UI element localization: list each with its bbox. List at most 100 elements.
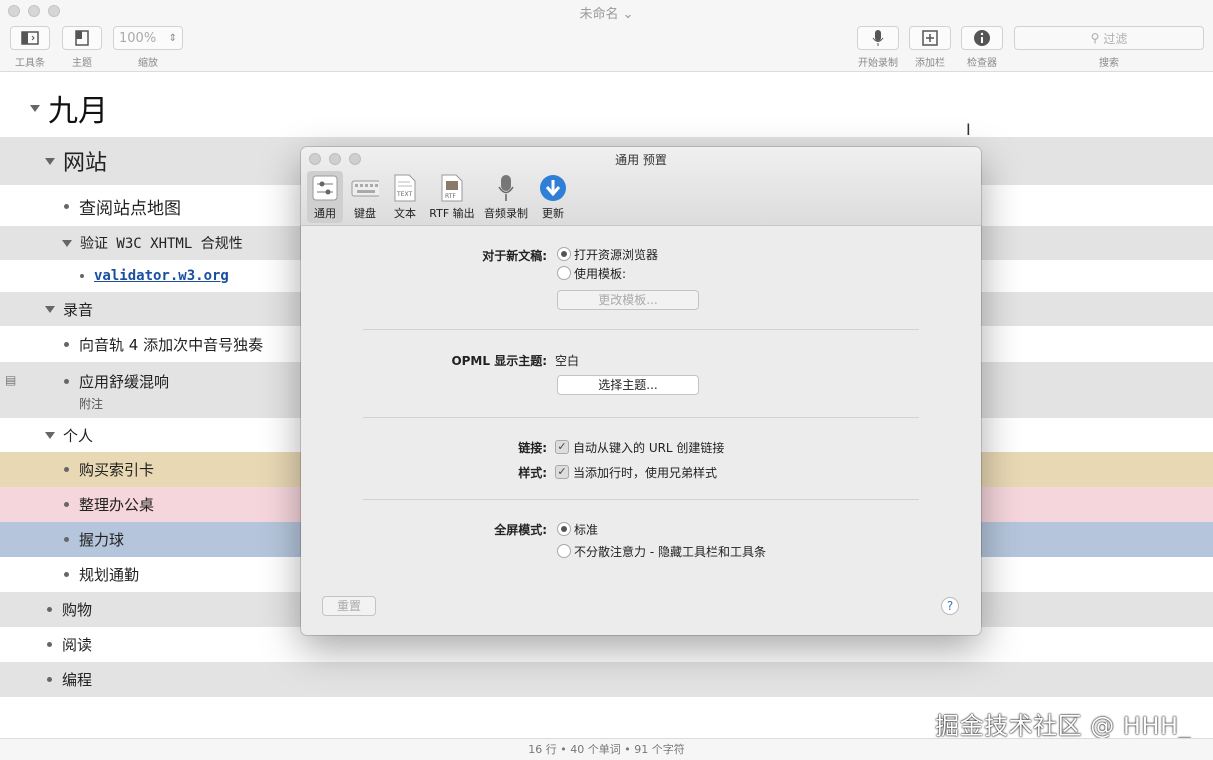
opml-theme-value: 空白	[555, 354, 580, 368]
text-document-icon: TEXT	[391, 174, 419, 202]
opml-theme-label: OPML 显示主题:	[451, 354, 547, 368]
outline-row[interactable]: 九月	[0, 80, 1213, 136]
svg-text:RTF: RTF	[445, 193, 456, 200]
row-text: 整理办公桌	[79, 496, 155, 514]
bullet-icon	[47, 642, 52, 647]
tab-update[interactable]: 更新	[535, 171, 571, 223]
theme-icon	[75, 30, 89, 46]
row-text: 验证 W3C XHTML 合规性	[80, 236, 243, 252]
bullet-icon	[64, 203, 69, 209]
row-text: 向音轨 4 添加次中音号独奏	[79, 335, 264, 354]
sidebar-icon	[21, 31, 39, 45]
window-toolbar: 未命名 ⌄ 工具条 主题 100% ⇕ 缩放 开始录制 添加栏 检查器 ⚲ 过滤…	[0, 0, 1213, 72]
tab-keyboard[interactable]: 键盘	[347, 171, 383, 223]
change-template-button[interactable]: 更改模板...	[557, 290, 699, 310]
window-title[interactable]: 未命名 ⌄	[0, 3, 1213, 22]
open-browser-option: 打开资源浏览器	[574, 248, 659, 262]
separator	[363, 417, 919, 418]
microphone-icon	[872, 30, 884, 46]
open-browser-radio[interactable]	[557, 247, 571, 261]
url-link[interactable]: validator.w3.org	[94, 268, 229, 284]
search-placeholder: 过滤	[1103, 31, 1128, 46]
row-text: 查阅站点地图	[79, 198, 181, 219]
stepper-icon[interactable]: ⇕	[169, 33, 177, 44]
use-template-option: 使用模板:	[574, 267, 627, 281]
inspector-label: 检查器	[967, 58, 997, 69]
links-label: 链接:	[518, 441, 547, 455]
outline-row[interactable]: 编程	[0, 662, 1213, 697]
new-document-label: 对于新文稿:	[482, 249, 547, 263]
row-text: 网站	[63, 151, 108, 176]
fullscreen-standard-option: 标准	[574, 523, 599, 537]
row-note: 附注	[79, 397, 104, 411]
note-icon[interactable]: ▤	[5, 373, 16, 387]
style-checkbox[interactable]: ✓	[555, 465, 569, 479]
fullscreen-distraction-free-radio[interactable]	[557, 544, 571, 558]
row-text: 规划通勤	[79, 566, 140, 584]
choose-theme-button[interactable]: 选择主题...	[557, 375, 699, 395]
fullscreen-label: 全屏模式:	[494, 523, 547, 537]
style-label: 样式:	[518, 466, 547, 480]
search-icon: ⚲	[1090, 31, 1100, 45]
help-button[interactable]: ?	[941, 597, 959, 615]
use-template-radio[interactable]	[557, 266, 571, 280]
row-text: 九月	[48, 94, 108, 129]
links-option: 自动从键入的 URL 创建链接	[573, 441, 725, 455]
zoom-field[interactable]: 100% ⇕	[113, 26, 183, 50]
collapse-triangle-icon[interactable]	[45, 305, 55, 313]
rtf-document-icon: RTF	[438, 174, 466, 202]
tab-label: RTF 输出	[429, 207, 475, 220]
reset-button[interactable]: 重置	[322, 596, 376, 616]
collapse-triangle-icon[interactable]	[30, 104, 40, 112]
bullet-icon	[64, 572, 69, 577]
row-text: 编程	[62, 671, 93, 689]
record-label: 开始录制	[858, 58, 898, 69]
sidebar-button[interactable]	[10, 26, 50, 50]
tab-label: 文本	[394, 207, 416, 220]
bullet-icon	[64, 341, 69, 347]
bullet-icon	[47, 677, 52, 682]
record-button[interactable]	[857, 26, 899, 50]
tab-label: 键盘	[354, 207, 376, 220]
fullscreen-standard-radio[interactable]	[557, 522, 571, 536]
row-text: 应用舒缓混响	[79, 373, 170, 391]
tab-audio-recording[interactable]: 音频录制	[481, 171, 531, 223]
svg-text:TEXT: TEXT	[396, 191, 412, 198]
preferences-title: 通用 预置	[615, 153, 667, 167]
theme-label: 主题	[72, 58, 92, 69]
add-column-label: 添加栏	[915, 58, 945, 69]
bullet-icon	[64, 502, 69, 507]
microphone-icon	[492, 174, 520, 202]
collapse-triangle-icon[interactable]	[45, 431, 55, 439]
separator	[363, 499, 919, 500]
collapse-triangle-icon[interactable]	[62, 239, 72, 247]
search-field[interactable]: ⚲ 过滤	[1014, 26, 1204, 50]
row-text: 个人	[63, 426, 94, 445]
tab-rtf-output[interactable]: RTF RTF 输出	[427, 171, 477, 223]
links-checkbox[interactable]: ✓	[555, 440, 569, 454]
zoom-value: 100%	[119, 30, 157, 46]
separator	[363, 329, 919, 330]
download-icon	[539, 174, 567, 202]
zoom-label: 缩放	[138, 58, 158, 69]
style-option: 当添加行时，使用兄弟样式	[573, 466, 718, 480]
keyboard-icon	[351, 174, 379, 202]
add-column-icon	[922, 30, 938, 46]
tab-label: 更新	[542, 207, 564, 220]
inspector-button[interactable]	[961, 26, 1003, 50]
tab-label: 通用	[314, 207, 336, 220]
tab-general[interactable]: 通用	[307, 171, 343, 223]
search-label: 搜索	[1099, 58, 1119, 69]
row-text: 阅读	[62, 636, 93, 654]
fullscreen-distraction-free-option: 不分散注意力 - 隐藏工具栏和工具条	[574, 545, 766, 559]
row-text: 购买索引卡	[79, 461, 155, 479]
row-text: 握力球	[79, 531, 125, 549]
tab-text[interactable]: TEXT 文本	[389, 171, 421, 223]
status-bar: 16 行 • 40 个单词 • 91 个字符	[0, 738, 1213, 760]
add-column-button[interactable]	[909, 26, 951, 50]
collapse-triangle-icon[interactable]	[45, 157, 55, 165]
bullet-icon	[64, 537, 69, 542]
info-icon	[974, 30, 990, 46]
row-text: 购物	[62, 601, 93, 619]
theme-button[interactable]	[62, 26, 102, 50]
